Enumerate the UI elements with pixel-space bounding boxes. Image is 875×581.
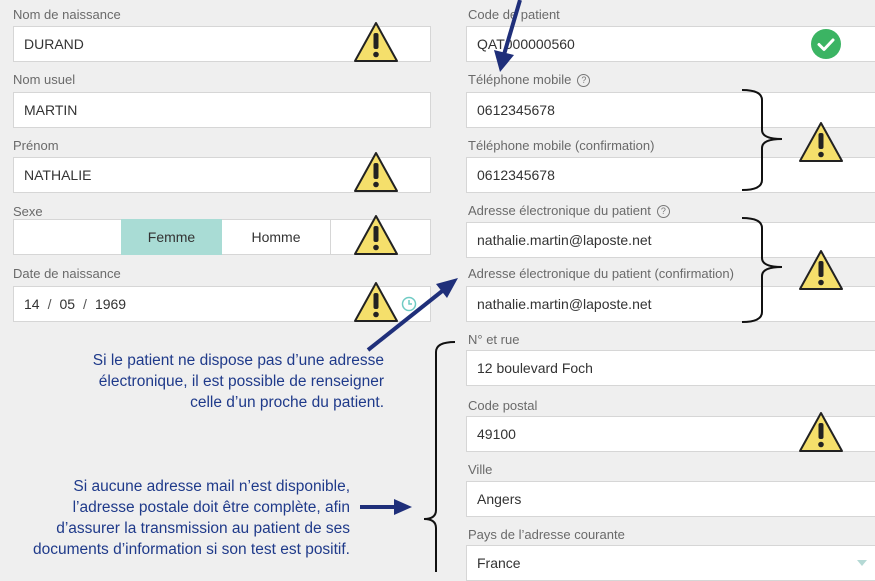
note-line: électronique, il est possible de renseig… <box>98 373 384 390</box>
email-note: Si le patient ne dispose pas d’une adres… <box>93 350 384 413</box>
note-line: l’adresse postale doit être complète, af… <box>72 499 350 516</box>
address-note: Si aucune adresse mail n’est disponible,… <box>33 476 350 560</box>
arrow-icon <box>494 0 522 72</box>
note-line: Si le patient ne dispose pas d’une adres… <box>92 352 384 369</box>
arrow-icon <box>366 278 458 352</box>
address-brace <box>423 341 456 572</box>
email-brace <box>741 217 783 323</box>
phone-brace <box>741 89 783 191</box>
note-line: d’assurer la transmission au patient de … <box>56 520 350 537</box>
note-line: documents d’information si son test est … <box>32 541 350 558</box>
note-line: Si aucune adresse mail n’est disponible, <box>73 478 350 495</box>
arrow-icon <box>360 499 412 515</box>
note-line: celle d’un proche du patient. <box>190 394 384 411</box>
